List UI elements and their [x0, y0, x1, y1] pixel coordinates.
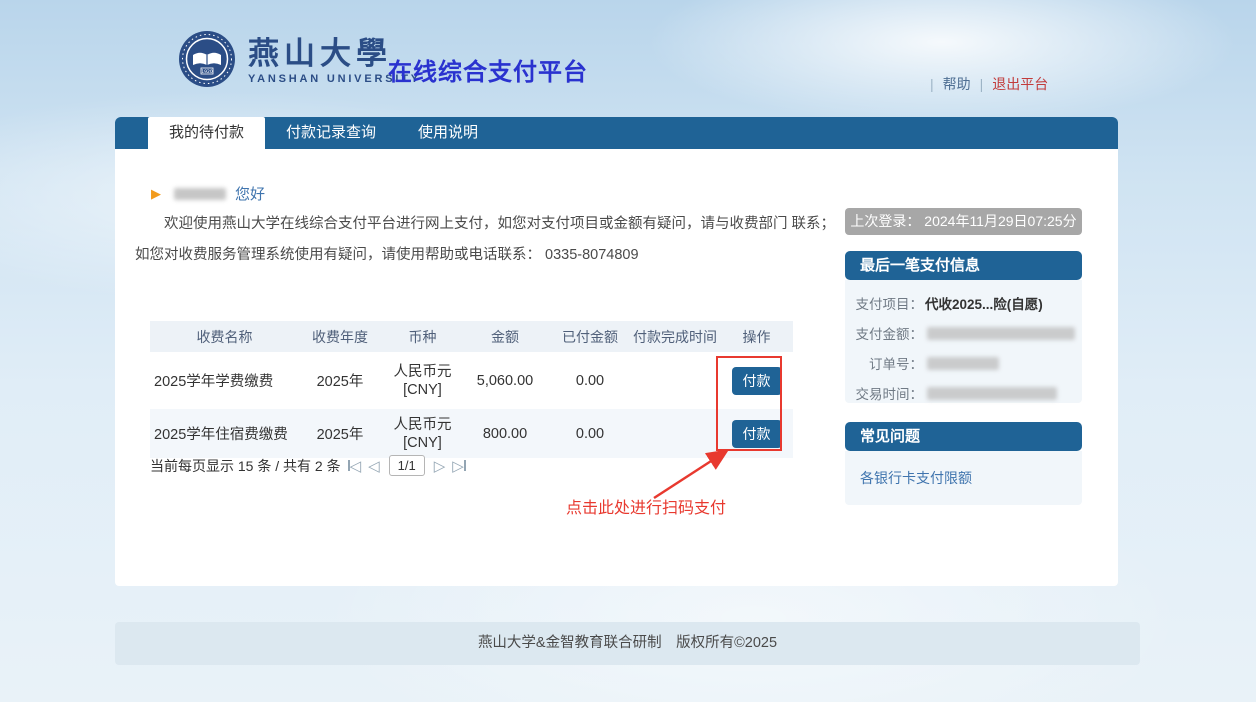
- field-label: 支付金额：: [845, 323, 923, 343]
- col-amount: 金额: [460, 321, 550, 352]
- col-currency: 币种: [385, 321, 460, 352]
- highlight-rectangle: [716, 356, 782, 451]
- redacted-payment-amount: [927, 327, 1075, 340]
- fee-currency: 人民币元 [CNY]: [385, 409, 460, 458]
- annotation-text: 点击此处进行扫码支付: [566, 494, 726, 518]
- col-paid-amount: 已付金额: [550, 321, 630, 352]
- field-label: 支付项目：: [845, 293, 923, 313]
- currency-name: 人民币元: [385, 416, 460, 434]
- pending-payments-table: 收费名称 收费年度 币种 金额 已付金额 付款完成时间 操作 2025学年学费缴…: [150, 321, 793, 458]
- transaction-time-row: 交易时间：: [845, 383, 1082, 403]
- last-login-badge: 上次登录： 2024年11月29日07:25分: [845, 208, 1082, 235]
- col-action: 操作: [720, 321, 793, 352]
- col-fee-name: 收费名称: [150, 321, 295, 352]
- fee-year: 2025年: [295, 409, 385, 458]
- redacted-user-name: [174, 188, 226, 200]
- link-separator: |: [930, 76, 934, 92]
- svg-text:1920: 1920: [201, 69, 213, 75]
- tab-instructions[interactable]: 使用说明: [397, 117, 499, 149]
- fee-name: 2025学年学费缴费: [150, 352, 295, 409]
- footer: 燕山大学&金智教育联合研制 版权所有©2025: [115, 622, 1140, 665]
- field-label: 交易时间：: [845, 383, 923, 403]
- greeting-row: ▶ 您好: [151, 183, 265, 204]
- redacted-order-number: [927, 357, 999, 370]
- currency-code: [CNY]: [385, 381, 460, 399]
- field-label: 订单号：: [845, 353, 923, 373]
- main-navbar: 我的待付款 付款记录查询 使用说明: [115, 117, 1118, 149]
- col-completed-time: 付款完成时间: [630, 321, 720, 352]
- prev-page-icon[interactable]: ◁: [368, 457, 380, 475]
- link-separator: |: [980, 76, 984, 92]
- first-page-icon[interactable]: ◁: [348, 457, 362, 475]
- fee-paid: 0.00: [550, 352, 630, 409]
- page-number-input[interactable]: [389, 455, 425, 476]
- payment-item-value: 代收2025...险(自愿): [925, 293, 1043, 313]
- fee-amount: 5,060.00: [460, 352, 550, 409]
- greeting-text: 您好: [235, 183, 265, 204]
- order-number-row: 订单号：: [845, 353, 1082, 373]
- fee-name: 2025学年住宿费缴费: [150, 409, 295, 458]
- next-page-icon[interactable]: ▷: [434, 457, 446, 475]
- tab-my-pending-payments[interactable]: 我的待付款: [148, 117, 265, 155]
- col-fee-year: 收费年度: [295, 321, 385, 352]
- bank-card-limit-link[interactable]: 各银行卡支付限额: [860, 468, 972, 488]
- payment-amount-row: 支付金额：: [845, 323, 1082, 343]
- faq-panel: 各银行卡支付限额: [845, 451, 1082, 505]
- redacted-transaction-time: [927, 387, 1057, 400]
- faq-panel-title: 常见问题: [845, 422, 1082, 451]
- last-payment-panel: 支付项目： 代收2025...险(自愿) 支付金额： 订单号： 交易时间：: [845, 280, 1082, 403]
- fee-amount: 800.00: [460, 409, 550, 458]
- help-link[interactable]: 帮助: [943, 74, 971, 94]
- pagination-bar: 当前每页显示 15 条 / 共有 2 条 ◁ ◁ ▷ ▷: [150, 455, 466, 476]
- currency-code: [CNY]: [385, 434, 460, 452]
- fee-currency: 人民币元 [CNY]: [385, 352, 460, 409]
- university-logo: 1920 燕山大學 YANSHAN UNIVERSITY: [178, 30, 421, 93]
- pagination-summary: 当前每页显示 15 条 / 共有 2 条: [150, 456, 341, 476]
- table-header-row: 收费名称 收费年度 币种 金额 已付金额 付款完成时间 操作: [150, 321, 793, 352]
- greeting-arrow-icon: ▶: [151, 186, 161, 202]
- university-seal-icon: 1920: [178, 30, 236, 93]
- currency-name: 人民币元: [385, 363, 460, 381]
- top-links: | 帮助 | 退出平台: [930, 74, 1090, 94]
- fee-year: 2025年: [295, 352, 385, 409]
- page-title: 在线综合支付平台: [388, 52, 588, 87]
- last-page-icon[interactable]: ▷: [452, 457, 466, 475]
- fee-paid: 0.00: [550, 409, 630, 458]
- payment-item-row: 支付项目： 代收2025...险(自愿): [845, 293, 1082, 313]
- welcome-paragraph: 欢迎使用燕山大学在线综合支付平台进行网上支付，如您对支付项目或金额有疑问，请与收…: [135, 209, 837, 271]
- last-payment-panel-title: 最后一笔支付信息: [845, 251, 1082, 280]
- table-row: 2025学年学费缴费 2025年 人民币元 [CNY] 5,060.00 0.0…: [150, 352, 793, 409]
- fee-completed-time: [630, 352, 720, 409]
- logout-link[interactable]: 退出平台: [992, 74, 1048, 94]
- tab-payment-records[interactable]: 付款记录查询: [265, 117, 397, 149]
